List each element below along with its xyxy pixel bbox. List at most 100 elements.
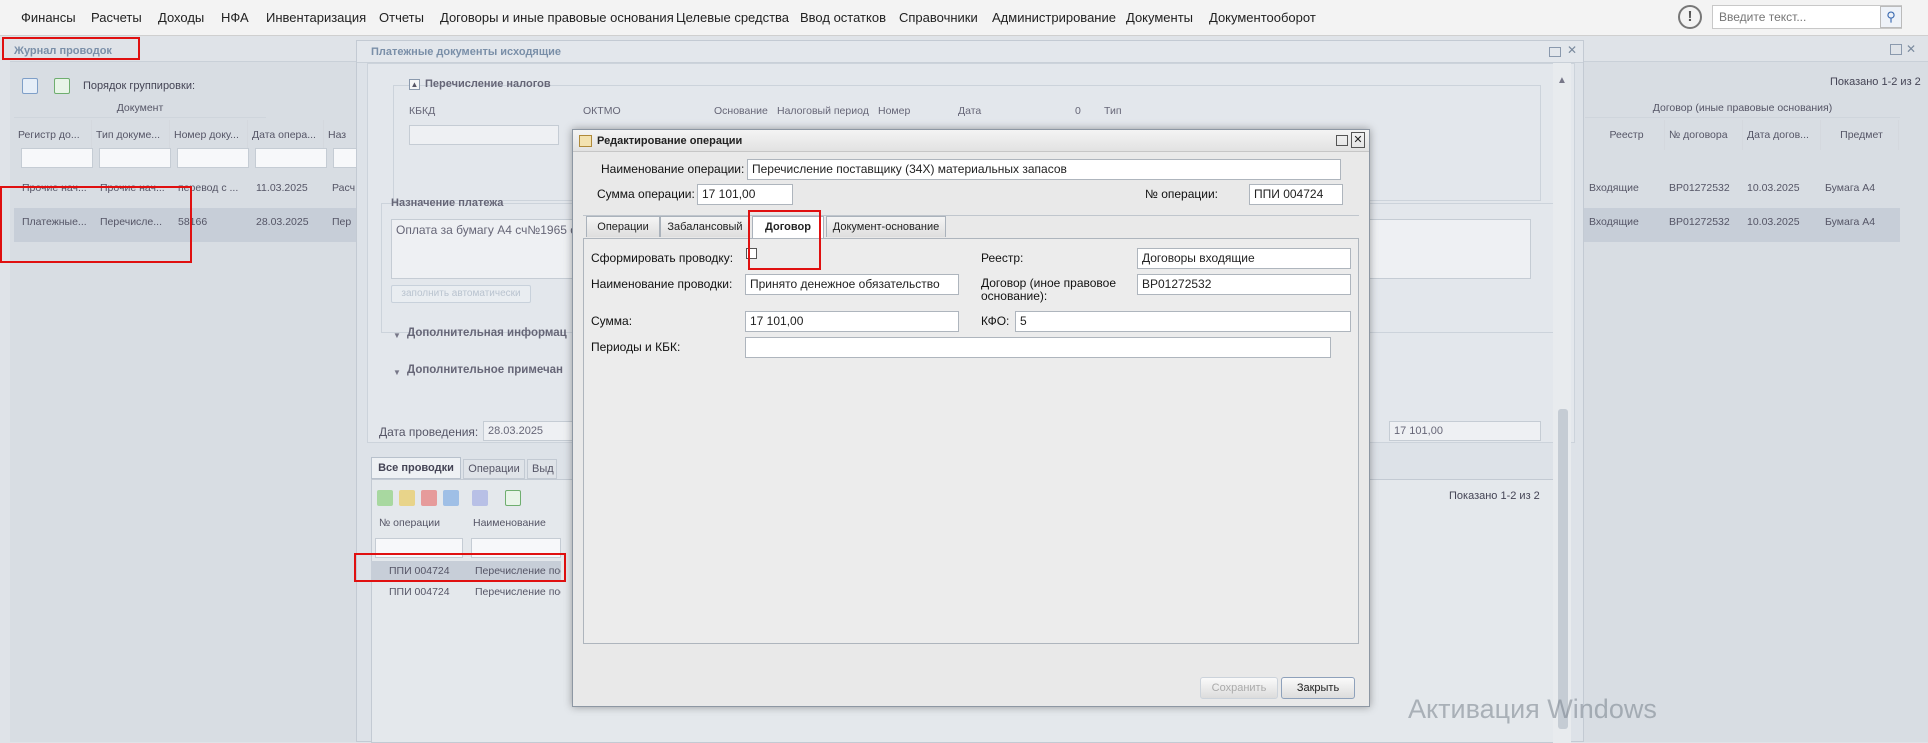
tab-extra[interactable]: Выд xyxy=(527,459,557,479)
cell: Входящие xyxy=(1589,182,1639,194)
menu-docflow[interactable]: Документооборот xyxy=(1209,10,1316,25)
tab-off-balance[interactable]: Забалансовый xyxy=(660,216,750,237)
menu-contracts[interactable]: Договоры и иные правовые основания xyxy=(440,10,674,25)
col-name[interactable]: Наименование xyxy=(473,517,546,529)
cell: Перечисление пост xyxy=(475,586,561,598)
view-icon[interactable] xyxy=(22,78,38,94)
op-sum-field[interactable]: 17 101,00 xyxy=(697,184,793,205)
op-name-field[interactable]: Перечисление поставщику (34X) материальн… xyxy=(747,159,1341,180)
maximize-icon[interactable] xyxy=(1549,47,1561,57)
tab-all-postings[interactable]: Все проводки xyxy=(371,457,461,479)
col-contract-date[interactable]: Дата догов... xyxy=(1743,120,1821,150)
tax-col-oktmo: ОКТМО xyxy=(583,105,621,117)
close-button[interactable]: Закрыть xyxy=(1281,677,1355,699)
registry-field[interactable]: Договоры входящие xyxy=(1137,248,1351,269)
cell: 10.03.2025 xyxy=(1747,182,1800,194)
close-icon[interactable]: ✕ xyxy=(1906,42,1916,56)
scrollbar-thumb[interactable] xyxy=(1558,409,1568,729)
delete-icon[interactable] xyxy=(421,490,437,506)
extra-note-section[interactable]: Дополнительное примечан xyxy=(407,364,563,376)
col-op-date[interactable]: Дата опера... xyxy=(248,120,324,150)
autofill-button[interactable]: заполнить автоматически xyxy=(391,285,531,303)
table-row[interactable]: ППИ 004724 Перечисление пост xyxy=(371,582,561,602)
menu-nfa[interactable]: НФА xyxy=(221,10,249,25)
menu-inventory[interactable]: Инвентаризация xyxy=(266,10,366,25)
tab-operations[interactable]: Операции xyxy=(463,459,525,479)
menu-settlements[interactable]: Расчеты xyxy=(91,10,142,25)
save-button[interactable]: Сохранить xyxy=(1200,677,1278,699)
col-contract-no[interactable]: № договора xyxy=(1665,120,1743,150)
add-icon[interactable] xyxy=(377,490,393,506)
col-doc-type[interactable]: Тип докуме... xyxy=(92,120,170,150)
date-field[interactable]: 28.03.2025 xyxy=(483,421,573,441)
edit-icon[interactable] xyxy=(399,490,415,506)
menu-reports[interactable]: Отчеты xyxy=(379,10,424,25)
tax-col-number: Номер xyxy=(878,105,911,117)
contract-field[interactable]: BP01272532 xyxy=(1137,274,1351,295)
cell: BP01272532 xyxy=(1669,182,1730,194)
periods-kbk-field[interactable] xyxy=(745,337,1331,358)
group-header-contract: Договор (иные правовые основания) xyxy=(1585,98,1900,118)
expand-icon[interactable]: ▼ xyxy=(393,368,401,377)
filter-op-date[interactable] xyxy=(255,148,327,168)
expand-icon[interactable]: ▼ xyxy=(393,331,401,340)
purpose-label: Назначение платежа xyxy=(391,197,504,209)
activation-watermark: Активация Windows xyxy=(1408,694,1657,724)
menu-administration[interactable]: Администрирование xyxy=(992,10,1116,25)
form-posting-label: Сформировать проводку: xyxy=(591,251,734,265)
tab-base-document[interactable]: Документ-основание xyxy=(826,216,946,237)
filter-doc-type[interactable] xyxy=(99,148,171,168)
menu-income[interactable]: Доходы xyxy=(158,10,204,25)
cell: Входящие xyxy=(1589,216,1639,228)
scroll-up-icon[interactable]: ▲ xyxy=(1557,75,1567,86)
refresh-icon[interactable] xyxy=(505,490,521,506)
highlight-contract-tab xyxy=(748,210,821,270)
copy-icon[interactable] xyxy=(443,490,459,506)
sum-field[interactable]: 17 101,00 xyxy=(1389,421,1541,441)
menu-target-funds[interactable]: Целевые средства xyxy=(676,10,789,25)
op-sum-label: Сумма операции: xyxy=(597,187,695,201)
restore-icon[interactable] xyxy=(1890,44,1902,55)
refresh-icon[interactable] xyxy=(54,78,70,94)
tax-col-type: Тип xyxy=(1104,105,1122,117)
col-registry[interactable]: Реестр xyxy=(1585,120,1665,150)
alert-icon[interactable]: ! xyxy=(1678,5,1702,29)
tax-col-zero: 0 xyxy=(1075,105,1081,117)
payment-doc-title: Платежные документы исходящие xyxy=(371,46,562,58)
menu-balances-input[interactable]: Ввод остатков xyxy=(800,10,886,25)
posting-name-field[interactable]: Принято денежное обязательство xyxy=(745,274,959,295)
search-input[interactable] xyxy=(1712,5,1902,29)
sum-field[interactable]: 17 101,00 xyxy=(745,311,959,332)
search-icon[interactable]: ⚲ xyxy=(1880,6,1902,28)
menu-documents[interactable]: Документы xyxy=(1126,10,1193,25)
group-header-document: Документ xyxy=(14,98,266,118)
tab-operations[interactable]: Операции xyxy=(586,216,660,237)
cell: 28.03.2025 xyxy=(256,216,309,228)
col-doc-number[interactable]: Номер доку... xyxy=(170,120,248,150)
taxes-section-title: Перечисление налогов xyxy=(425,78,551,90)
col-op-number[interactable]: № операции xyxy=(379,517,440,529)
collapse-icon[interactable]: ▲ xyxy=(409,79,420,90)
journal-paging: Показано 1-2 из 2 xyxy=(1830,76,1921,88)
op-number-label: № операции: xyxy=(1145,187,1219,201)
settings-icon[interactable] xyxy=(472,490,488,506)
col-register[interactable]: Регистр до... xyxy=(14,120,92,150)
extra-info-section[interactable]: Дополнительная информац xyxy=(407,327,567,339)
highlight-posting-row xyxy=(354,553,566,582)
close-icon[interactable]: ✕ xyxy=(1567,43,1577,57)
op-number-field[interactable]: ППИ 004724 xyxy=(1249,184,1343,205)
menu-directories[interactable]: Справочники xyxy=(899,10,978,25)
menu-finance[interactable]: Финансы xyxy=(21,10,76,25)
col-subject[interactable]: Предмет xyxy=(1821,120,1899,150)
filter-register[interactable] xyxy=(21,148,93,168)
op-name-label: Наименование операции: xyxy=(601,162,745,176)
posting-name-label: Наименование проводки: xyxy=(591,277,733,291)
tax-col-kbkd: КБКД xyxy=(409,105,436,117)
postings-paging: Показано 1-2 из 2 xyxy=(1449,490,1540,502)
kbkd-field[interactable] xyxy=(409,125,559,145)
tax-col-date: Дата xyxy=(958,105,982,117)
filter-doc-number[interactable] xyxy=(177,148,249,168)
maximize-icon[interactable] xyxy=(1336,135,1348,146)
kfo-field[interactable]: 5 xyxy=(1015,311,1351,332)
close-icon[interactable]: ✕ xyxy=(1351,132,1365,148)
